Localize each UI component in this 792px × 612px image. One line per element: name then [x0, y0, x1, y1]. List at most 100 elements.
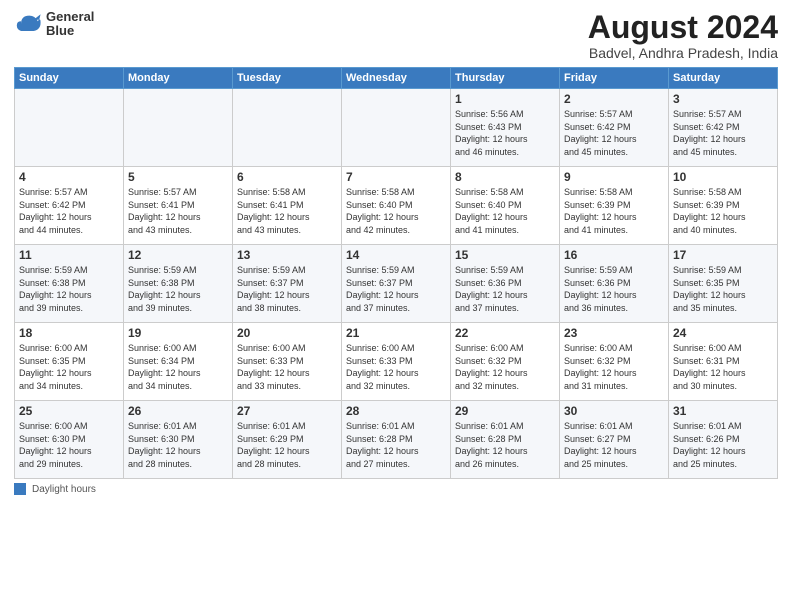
calendar-cell: 26Sunrise: 6:01 AM Sunset: 6:30 PM Dayli…	[124, 401, 233, 479]
day-info: Sunrise: 6:01 AM Sunset: 6:28 PM Dayligh…	[346, 420, 446, 470]
day-info: Sunrise: 5:59 AM Sunset: 6:37 PM Dayligh…	[346, 264, 446, 314]
weekday-header-tuesday: Tuesday	[233, 68, 342, 89]
title-block: August 2024 Badvel, Andhra Pradesh, Indi…	[588, 10, 778, 61]
calendar-cell: 20Sunrise: 6:00 AM Sunset: 6:33 PM Dayli…	[233, 323, 342, 401]
day-info: Sunrise: 5:56 AM Sunset: 6:43 PM Dayligh…	[455, 108, 555, 158]
day-info: Sunrise: 5:59 AM Sunset: 6:37 PM Dayligh…	[237, 264, 337, 314]
day-info: Sunrise: 5:58 AM Sunset: 6:40 PM Dayligh…	[455, 186, 555, 236]
legend-box	[14, 483, 26, 495]
day-number: 21	[346, 326, 446, 340]
calendar-cell: 7Sunrise: 5:58 AM Sunset: 6:40 PM Daylig…	[342, 167, 451, 245]
day-info: Sunrise: 5:59 AM Sunset: 6:38 PM Dayligh…	[128, 264, 228, 314]
day-info: Sunrise: 6:01 AM Sunset: 6:29 PM Dayligh…	[237, 420, 337, 470]
week-row-3: 11 Sunrise: 5:59 AM Sunset: 6:38 PM Dayli…	[15, 245, 778, 323]
day-info: Sunrise: 5:58 AM Sunset: 6:41 PM Dayligh…	[237, 186, 337, 236]
logo-icon	[14, 10, 42, 38]
day-number: 25	[19, 404, 119, 418]
day-info: Sunrise: 6:00 AM Sunset: 6:31 PM Dayligh…	[673, 342, 773, 392]
day-info: Sunrise: 6:00 AM Sunset: 6:30 PM Dayligh…	[19, 420, 119, 470]
day-number: 9	[564, 170, 664, 184]
calendar-cell	[124, 89, 233, 167]
calendar-cell: 6 Sunrise: 5:58 AM Sunset: 6:41 PM Daylig…	[233, 167, 342, 245]
day-info: Sunrise: 6:00 AM Sunset: 6:35 PM Dayligh…	[19, 342, 119, 392]
page-header: General Blue August 2024 Badvel, Andhra …	[14, 10, 778, 61]
day-number: 13	[237, 248, 337, 262]
week-row-2: 4Sunrise: 5:57 AM Sunset: 6:42 PM Daylig…	[15, 167, 778, 245]
calendar-cell: 15 Sunrise: 5:59 AM Sunset: 6:36 PM Dayli…	[451, 245, 560, 323]
legend-row: Daylight hours	[14, 483, 778, 495]
day-number: 30	[564, 404, 664, 418]
day-info: Sunrise: 5:59 AM Sunset: 6:38 PM Dayligh…	[19, 264, 119, 314]
day-number: 28	[346, 404, 446, 418]
day-number: 31	[673, 404, 773, 418]
day-number: 22	[455, 326, 555, 340]
day-number: 18	[19, 326, 119, 340]
calendar-cell: 11 Sunrise: 5:59 AM Sunset: 6:38 PM Dayli…	[15, 245, 124, 323]
week-row-4: 18 Sunrise: 6:00 AM Sunset: 6:35 PM Dayli…	[15, 323, 778, 401]
calendar-cell: 10 Sunrise: 5:58 AM Sunset: 6:39 PM Dayli…	[669, 167, 778, 245]
calendar-cell: 28 Sunrise: 6:01 AM Sunset: 6:28 PM Dayli…	[342, 401, 451, 479]
weekday-header-sunday: Sunday	[15, 68, 124, 89]
calendar-cell: 27Sunrise: 6:01 AM Sunset: 6:29 PM Dayli…	[233, 401, 342, 479]
day-info: Sunrise: 5:58 AM Sunset: 6:39 PM Dayligh…	[564, 186, 664, 236]
calendar-cell: 29Sunrise: 6:01 AM Sunset: 6:28 PM Dayli…	[451, 401, 560, 479]
day-number: 4	[19, 170, 119, 184]
day-number: 3	[673, 92, 773, 106]
weekday-header-friday: Friday	[560, 68, 669, 89]
day-number: 11	[19, 248, 119, 262]
day-info: Sunrise: 5:57 AM Sunset: 6:42 PM Dayligh…	[673, 108, 773, 158]
calendar-cell: 14 Sunrise: 5:59 AM Sunset: 6:37 PM Dayli…	[342, 245, 451, 323]
day-info: Sunrise: 5:57 AM Sunset: 6:42 PM Dayligh…	[564, 108, 664, 158]
weekday-header-wednesday: Wednesday	[342, 68, 451, 89]
day-info: Sunrise: 6:01 AM Sunset: 6:28 PM Dayligh…	[455, 420, 555, 470]
calendar-cell: 19Sunrise: 6:00 AM Sunset: 6:34 PM Dayli…	[124, 323, 233, 401]
calendar-cell: 22 Sunrise: 6:00 AM Sunset: 6:32 PM Dayli…	[451, 323, 560, 401]
calendar-cell: 12 Sunrise: 5:59 AM Sunset: 6:38 PM Dayli…	[124, 245, 233, 323]
calendar-cell: 13 Sunrise: 5:59 AM Sunset: 6:37 PM Dayli…	[233, 245, 342, 323]
main-title: August 2024	[588, 10, 778, 45]
week-row-1: 1 Sunrise: 5:56 AM Sunset: 6:43 PM Daylig…	[15, 89, 778, 167]
day-info: Sunrise: 5:59 AM Sunset: 6:36 PM Dayligh…	[564, 264, 664, 314]
day-number: 26	[128, 404, 228, 418]
day-info: Sunrise: 5:58 AM Sunset: 6:40 PM Dayligh…	[346, 186, 446, 236]
calendar-cell	[233, 89, 342, 167]
day-number: 14	[346, 248, 446, 262]
day-info: Sunrise: 6:00 AM Sunset: 6:32 PM Dayligh…	[564, 342, 664, 392]
day-number: 15	[455, 248, 555, 262]
day-number: 6	[237, 170, 337, 184]
day-number: 2	[564, 92, 664, 106]
logo-line2: Blue	[46, 24, 94, 38]
day-number: 17	[673, 248, 773, 262]
calendar-cell	[15, 89, 124, 167]
day-info: Sunrise: 6:00 AM Sunset: 6:32 PM Dayligh…	[455, 342, 555, 392]
day-info: Sunrise: 6:00 AM Sunset: 6:33 PM Dayligh…	[346, 342, 446, 392]
calendar-cell: 18 Sunrise: 6:00 AM Sunset: 6:35 PM Dayli…	[15, 323, 124, 401]
day-number: 10	[673, 170, 773, 184]
day-info: Sunrise: 5:57 AM Sunset: 6:41 PM Dayligh…	[128, 186, 228, 236]
day-info: Sunrise: 6:01 AM Sunset: 6:27 PM Dayligh…	[564, 420, 664, 470]
calendar-cell: 5 Sunrise: 5:57 AM Sunset: 6:41 PM Daylig…	[124, 167, 233, 245]
day-info: Sunrise: 6:01 AM Sunset: 6:26 PM Dayligh…	[673, 420, 773, 470]
day-number: 1	[455, 92, 555, 106]
day-number: 12	[128, 248, 228, 262]
calendar-table: SundayMondayTuesdayWednesdayThursdayFrid…	[14, 67, 778, 479]
weekday-header-row: SundayMondayTuesdayWednesdayThursdayFrid…	[15, 68, 778, 89]
calendar-cell: 31 Sunrise: 6:01 AM Sunset: 6:26 PM Dayli…	[669, 401, 778, 479]
day-info: Sunrise: 5:59 AM Sunset: 6:35 PM Dayligh…	[673, 264, 773, 314]
day-number: 16	[564, 248, 664, 262]
calendar-cell: 16 Sunrise: 5:59 AM Sunset: 6:36 PM Dayli…	[560, 245, 669, 323]
day-number: 5	[128, 170, 228, 184]
calendar-cell: 17 Sunrise: 5:59 AM Sunset: 6:35 PM Dayli…	[669, 245, 778, 323]
calendar-cell: 8 Sunrise: 5:58 AM Sunset: 6:40 PM Daylig…	[451, 167, 560, 245]
calendar-cell: 25 Sunrise: 6:00 AM Sunset: 6:30 PM Dayli…	[15, 401, 124, 479]
weekday-header-thursday: Thursday	[451, 68, 560, 89]
weekday-header-saturday: Saturday	[669, 68, 778, 89]
calendar-cell: 23Sunrise: 6:00 AM Sunset: 6:32 PM Dayli…	[560, 323, 669, 401]
calendar-cell: 1 Sunrise: 5:56 AM Sunset: 6:43 PM Daylig…	[451, 89, 560, 167]
day-info: Sunrise: 5:58 AM Sunset: 6:39 PM Dayligh…	[673, 186, 773, 236]
calendar-cell: 9 Sunrise: 5:58 AM Sunset: 6:39 PM Daylig…	[560, 167, 669, 245]
legend-label: Daylight hours	[32, 484, 96, 495]
calendar-cell: 4Sunrise: 5:57 AM Sunset: 6:42 PM Daylig…	[15, 167, 124, 245]
day-info: Sunrise: 5:59 AM Sunset: 6:36 PM Dayligh…	[455, 264, 555, 314]
day-number: 8	[455, 170, 555, 184]
